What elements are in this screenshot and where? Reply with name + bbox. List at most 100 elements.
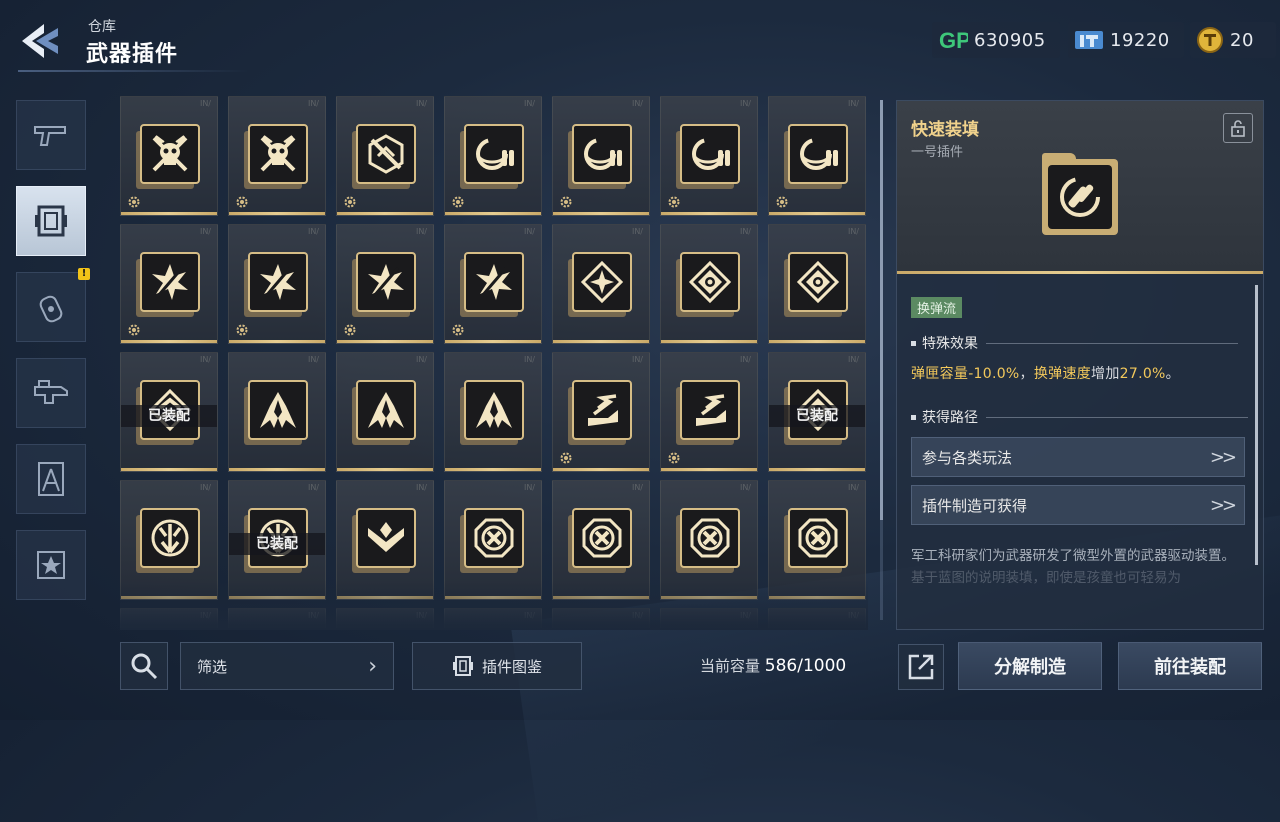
plugin-slot[interactable]: IN/ [768,96,866,216]
plugin-chip [680,124,740,184]
plugin-slot[interactable]: IN/ [660,352,758,472]
plugin-slot[interactable]: IN/ [768,480,866,600]
plugin-slot[interactable]: IN/ [336,352,434,472]
back-arrow-icon [22,24,58,58]
plugin-chip [680,252,740,312]
gun-mod-icon [34,380,68,404]
plugin-slot[interactable]: IN/ [336,96,434,216]
back-button[interactable] [18,20,68,62]
shatter-star-icon [152,264,188,300]
plugin-slot[interactable]: IN/ [120,224,218,344]
slot-serial-mark: IN/ [631,483,643,492]
lock-button[interactable] [1223,113,1253,143]
plugin-slot[interactable]: IN/ [444,224,542,344]
ticket-icon [1075,31,1103,49]
plugin-slot[interactable]: IN/已装配 [120,352,218,472]
octagon-x-icon [798,518,838,558]
plugin-slot[interactable]: IN/ [336,608,434,628]
star-badge-icon [37,551,65,579]
shatter-star-icon [260,264,296,300]
grid-scroll-thumb[interactable] [880,100,883,520]
go-equip-button[interactable]: 前往装配 [1118,642,1262,690]
plugin-slot[interactable]: IN/ [120,608,218,628]
plugin-slot[interactable]: IN/ [228,96,326,216]
grid-scrollbar[interactable] [880,100,883,620]
plugin-slot[interactable]: IN/ [660,608,758,628]
plugin-slot[interactable]: IN/ [228,608,326,628]
dash-boot-icon [696,394,726,426]
currency-gp[interactable]: GP 630905 [932,22,1060,58]
plugin-slot[interactable]: IN/已装配 [768,352,866,472]
double-chevron-icon: >> [1209,494,1237,516]
octagon-x-icon [690,518,730,558]
currency-ticket[interactable]: 19220 [1068,22,1184,58]
plugin-slot[interactable]: IN/ [228,224,326,344]
plugin-chip [680,508,740,568]
slot-serial-mark: IN/ [307,355,319,364]
slot-serial-mark: IN/ [847,483,859,492]
flame-claw-icon [260,392,296,428]
plugin-slot[interactable]: IN/ [768,224,866,344]
currency-coin[interactable]: 20 [1190,22,1276,58]
plugin-slot[interactable]: IN/ [120,96,218,216]
tab-plugins[interactable] [16,186,86,256]
plugin-slot[interactable]: IN/ [552,96,650,216]
plugin-atlas-button[interactable]: 插件图鉴 [412,642,582,690]
detail-scrollbar[interactable] [1255,285,1258,565]
diamond-star-icon [580,260,624,304]
route-item-crafting[interactable]: 插件制造可获得 >> [911,485,1245,525]
plugin-slot[interactable]: IN/ [660,96,758,216]
alert-badge: ! [78,268,90,280]
plugin-chip [248,252,308,312]
effect-part: 增加 [1091,366,1120,382]
plugin-slot[interactable]: IN/ [552,224,650,344]
plugin-slot[interactable]: IN/已装配 [228,480,326,600]
gp-icon: GP [939,28,968,53]
tab-tools[interactable] [16,444,86,514]
export-icon [908,654,934,680]
gear-icon [344,324,356,336]
gear-icon [776,196,788,208]
plugin-slot[interactable]: IN/ [660,224,758,344]
plugin-slot[interactable]: IN/ [228,352,326,472]
plugin-slot[interactable]: IN/ [444,352,542,472]
equipped-label: 已装配 [769,405,865,427]
search-button[interactable] [120,642,168,690]
plugin-large-icon [1042,153,1118,237]
tab-badges[interactable] [16,530,86,600]
plugin-slot[interactable]: IN/ [660,480,758,600]
plugin-slot[interactable]: IN/ [444,96,542,216]
slot-serial-mark: IN/ [199,227,211,236]
reload-bullets-icon [800,138,838,170]
plugin-slot[interactable]: IN/ [552,480,650,600]
description-text-faded: 基于蓝图的说明装填，即使是孩童也可轻易为 [911,570,1181,586]
plugin-slot[interactable]: IN/ [444,480,542,600]
plugin-slot[interactable]: IN/ [552,352,650,472]
tab-gun-mods[interactable] [16,358,86,428]
skull-crossed-swords-icon [260,135,296,172]
plugin-slot[interactable]: IN/ [444,608,542,628]
chevron-right-icon: › [368,653,377,679]
plugin-slot[interactable]: IN/ [336,224,434,344]
plugin-chip [788,508,848,568]
hex-slash-icon [368,134,404,174]
plugin-slot[interactable]: IN/ [336,480,434,600]
plugin-chip [788,252,848,312]
effect-part: 换弹速度 [1033,366,1092,382]
effect-part: 弹匣容量 [911,366,969,382]
route-label: 插件制造可获得 [922,496,1028,515]
plugin-slot[interactable]: IN/ [120,480,218,600]
plugin-chip [680,380,740,440]
export-button[interactable] [898,644,944,690]
decompose-button[interactable]: 分解制造 [958,642,1102,690]
route-item-gameplay[interactable]: 参与各类玩法 >> [911,437,1245,477]
tab-weapons[interactable] [16,100,86,170]
plugin-slot[interactable]: IN/ [768,608,866,628]
tab-grenades[interactable] [16,272,86,342]
plugin-chip [248,380,308,440]
filter-dropdown[interactable]: 筛选 › [180,642,394,690]
gp-value: 630905 [974,29,1046,51]
equipped-label: 已装配 [229,533,325,555]
effect-part: 。 [1165,366,1180,382]
plugin-slot[interactable]: IN/ [552,608,650,628]
